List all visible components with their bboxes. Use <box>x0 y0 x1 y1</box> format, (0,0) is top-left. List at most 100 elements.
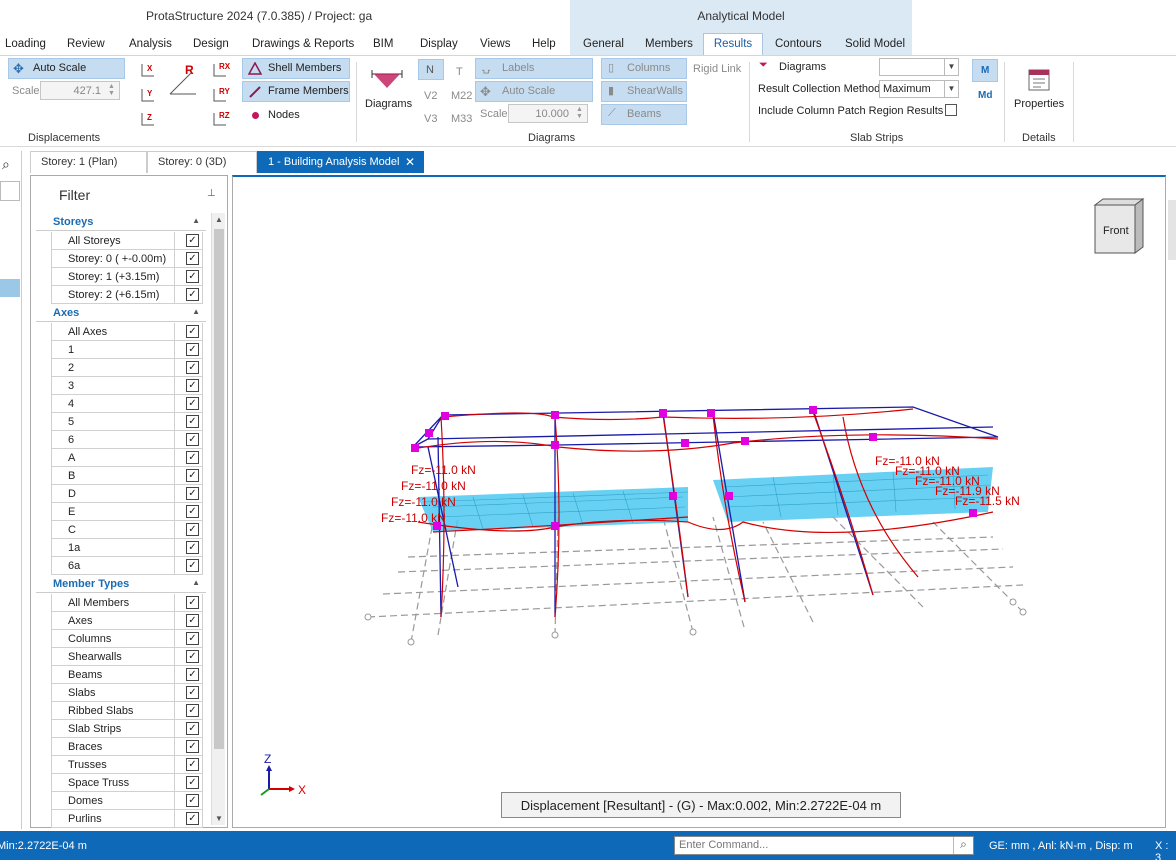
tab-solid-model[interactable]: Solid Model <box>845 38 905 50</box>
diagram-scale-input[interactable]: 10.000 ▲ ▼ <box>508 104 588 123</box>
scroll-thumb[interactable] <box>214 229 224 749</box>
m-button[interactable]: M <box>972 59 998 82</box>
checkbox-checked[interactable]: ✓ <box>186 415 199 428</box>
tab-general[interactable]: General <box>583 38 624 50</box>
search-icon[interactable]: ⌕ <box>953 837 973 854</box>
filter-scrollbar[interactable]: ▲ ▼ <box>211 213 225 825</box>
side-input[interactable] <box>0 181 20 201</box>
checkbox-checked[interactable]: ✓ <box>186 668 199 681</box>
axis-filter-row[interactable]: 1 ✓ <box>51 341 203 359</box>
scroll-down-icon[interactable]: ▼ <box>215 814 223 823</box>
checkbox-checked[interactable]: ✓ <box>186 379 199 392</box>
displacement-scale-input[interactable]: 427.1 ▲ ▼ <box>40 81 120 100</box>
checkbox-checked[interactable]: ✓ <box>186 704 199 717</box>
checkbox-checked[interactable]: ✓ <box>186 758 199 771</box>
md-button[interactable]: Md <box>978 90 992 101</box>
checkbox-checked[interactable]: ✓ <box>186 794 199 807</box>
include-patch-checkbox[interactable] <box>945 104 957 116</box>
member-type-filter-row[interactable]: Space Truss ✓ <box>51 774 203 792</box>
close-icon[interactable]: ✕ <box>405 155 415 169</box>
frame-members-button[interactable]: Frame Members <box>242 81 350 102</box>
axis-filter-row[interactable]: A ✓ <box>51 449 203 467</box>
member-types-header[interactable]: Member Types ▲ <box>36 575 206 593</box>
checkbox-checked[interactable]: ✓ <box>186 505 199 518</box>
checkbox-checked[interactable]: ✓ <box>186 361 199 374</box>
force-v2-button[interactable]: V2 <box>424 90 437 102</box>
spin-arrows-icon[interactable]: ▲ ▼ <box>105 83 118 98</box>
axis-filter-row[interactable]: C ✓ <box>51 521 203 539</box>
force-v3-button[interactable]: V3 <box>424 113 437 125</box>
tab-help[interactable]: Help <box>532 38 556 50</box>
search-icon[interactable]: ⌕ <box>2 156 10 173</box>
rigid-link-button[interactable]: Rigid Link <box>693 63 741 75</box>
member-type-filter-row[interactable]: Slabs ✓ <box>51 684 203 702</box>
tab-drawings-reports[interactable]: Drawings & Reports <box>252 38 354 50</box>
nodes-button[interactable]: Nodes <box>248 107 348 125</box>
tab-members[interactable]: Members <box>645 38 693 50</box>
member-type-filter-row[interactable]: Axes ✓ <box>51 612 203 630</box>
member-type-filter-row[interactable]: Domes ✓ <box>51 792 203 810</box>
tab-analysis[interactable]: Analysis <box>129 38 172 50</box>
tab-views[interactable]: Views <box>480 38 510 50</box>
tab-bim[interactable]: BIM <box>373 38 393 50</box>
checkbox-checked[interactable]: ✓ <box>186 740 199 753</box>
checkbox-checked[interactable]: ✓ <box>186 270 199 283</box>
checkbox-checked[interactable]: ✓ <box>186 686 199 699</box>
auto-scale-button[interactable]: ✥ Auto Scale <box>8 58 125 79</box>
axis-filter-row[interactable]: E ✓ <box>51 503 203 521</box>
tab-results[interactable]: Results <box>703 33 763 56</box>
checkbox-checked[interactable]: ✓ <box>186 451 199 464</box>
spin-arrows-icon[interactable]: ▲ ▼ <box>573 106 586 121</box>
member-type-filter-row[interactable]: Trusses ✓ <box>51 756 203 774</box>
checkbox-checked[interactable]: ✓ <box>186 541 199 554</box>
member-type-filter-row[interactable]: All Members ✓ <box>51 594 203 612</box>
pin-icon[interactable]: ⊥ <box>207 188 216 199</box>
axis-filter-row[interactable]: 2 ✓ <box>51 359 203 377</box>
storey-filter-row[interactable]: Storey: 1 (+3.15m) ✓ <box>51 268 203 286</box>
storey-filter-row[interactable]: Storey: 0 ( +-0.00m) ✓ <box>51 250 203 268</box>
member-type-filter-row[interactable]: Ribbed Slabs ✓ <box>51 702 203 720</box>
storey-filter-row[interactable]: Storey: 2 (+6.15m) ✓ <box>51 286 203 304</box>
structural-model-canvas[interactable]: Fz=-11.0 kN Fz=-11.0 kN Fz=-11.0 kN Fz=-… <box>233 177 1165 828</box>
result-collection-select[interactable]: Maximum ▼ <box>879 80 959 98</box>
axis-filter-row[interactable]: 1a ✓ <box>51 539 203 557</box>
storeys-header[interactable]: Storeys ▲ <box>36 213 206 231</box>
member-type-filter-row[interactable]: Slab Strips ✓ <box>51 720 203 738</box>
checkbox-checked[interactable]: ✓ <box>186 433 199 446</box>
member-type-filter-row[interactable]: Purlins ✓ <box>51 810 203 828</box>
tab-review[interactable]: Review <box>67 38 105 50</box>
checkbox-checked[interactable]: ✓ <box>186 776 199 789</box>
force-n-button[interactable]: N <box>418 59 444 80</box>
axis-filter-row[interactable]: 5 ✓ <box>51 413 203 431</box>
axis-filter-row[interactable]: 6 ✓ <box>51 431 203 449</box>
storey-filter-row[interactable]: All Storeys ✓ <box>51 232 203 250</box>
beams-button[interactable]: ⟋ Beams <box>601 104 687 125</box>
tab-contours[interactable]: Contours <box>775 38 822 50</box>
checkbox-checked[interactable]: ✓ <box>186 288 199 301</box>
checkbox-checked[interactable]: ✓ <box>186 632 199 645</box>
force-m33-button[interactable]: M33 <box>451 113 472 125</box>
scroll-up-icon[interactable]: ▲ <box>215 215 223 224</box>
command-input[interactable]: Enter Command... ⌕ <box>674 836 974 855</box>
3d-viewport[interactable]: Fz=-11.0 kN Fz=-11.0 kN Fz=-11.0 kN Fz=-… <box>232 175 1166 828</box>
member-type-filter-row[interactable]: Columns ✓ <box>51 630 203 648</box>
checkbox-checked[interactable]: ✓ <box>186 722 199 735</box>
shearwalls-button[interactable]: ▮ ShearWalls <box>601 81 687 102</box>
doctab-storey1-plan[interactable]: Storey: 1 (Plan) <box>30 151 147 173</box>
checkbox-checked[interactable]: ✓ <box>186 397 199 410</box>
force-m22-button[interactable]: M22 <box>451 90 472 102</box>
checkbox-checked[interactable]: ✓ <box>186 469 199 482</box>
axis-filter-row[interactable]: 6a ✓ <box>51 557 203 575</box>
side-selected-item[interactable] <box>0 279 20 297</box>
tab-loading[interactable]: Loading <box>5 38 46 50</box>
tab-design[interactable]: Design <box>193 38 229 50</box>
columns-button[interactable]: ▯ Columns <box>601 58 687 79</box>
shell-members-button[interactable]: Shell Members <box>242 58 350 79</box>
checkbox-checked[interactable]: ✓ <box>186 650 199 663</box>
axes-header[interactable]: Axes ▲ <box>36 304 206 322</box>
checkbox-checked[interactable]: ✓ <box>186 234 199 247</box>
axis-filter-row[interactable]: D ✓ <box>51 485 203 503</box>
doctab-storey0-3d[interactable]: Storey: 0 (3D) <box>147 151 257 173</box>
member-type-filter-row[interactable]: Braces ✓ <box>51 738 203 756</box>
axis-filter-row[interactable]: B ✓ <box>51 467 203 485</box>
